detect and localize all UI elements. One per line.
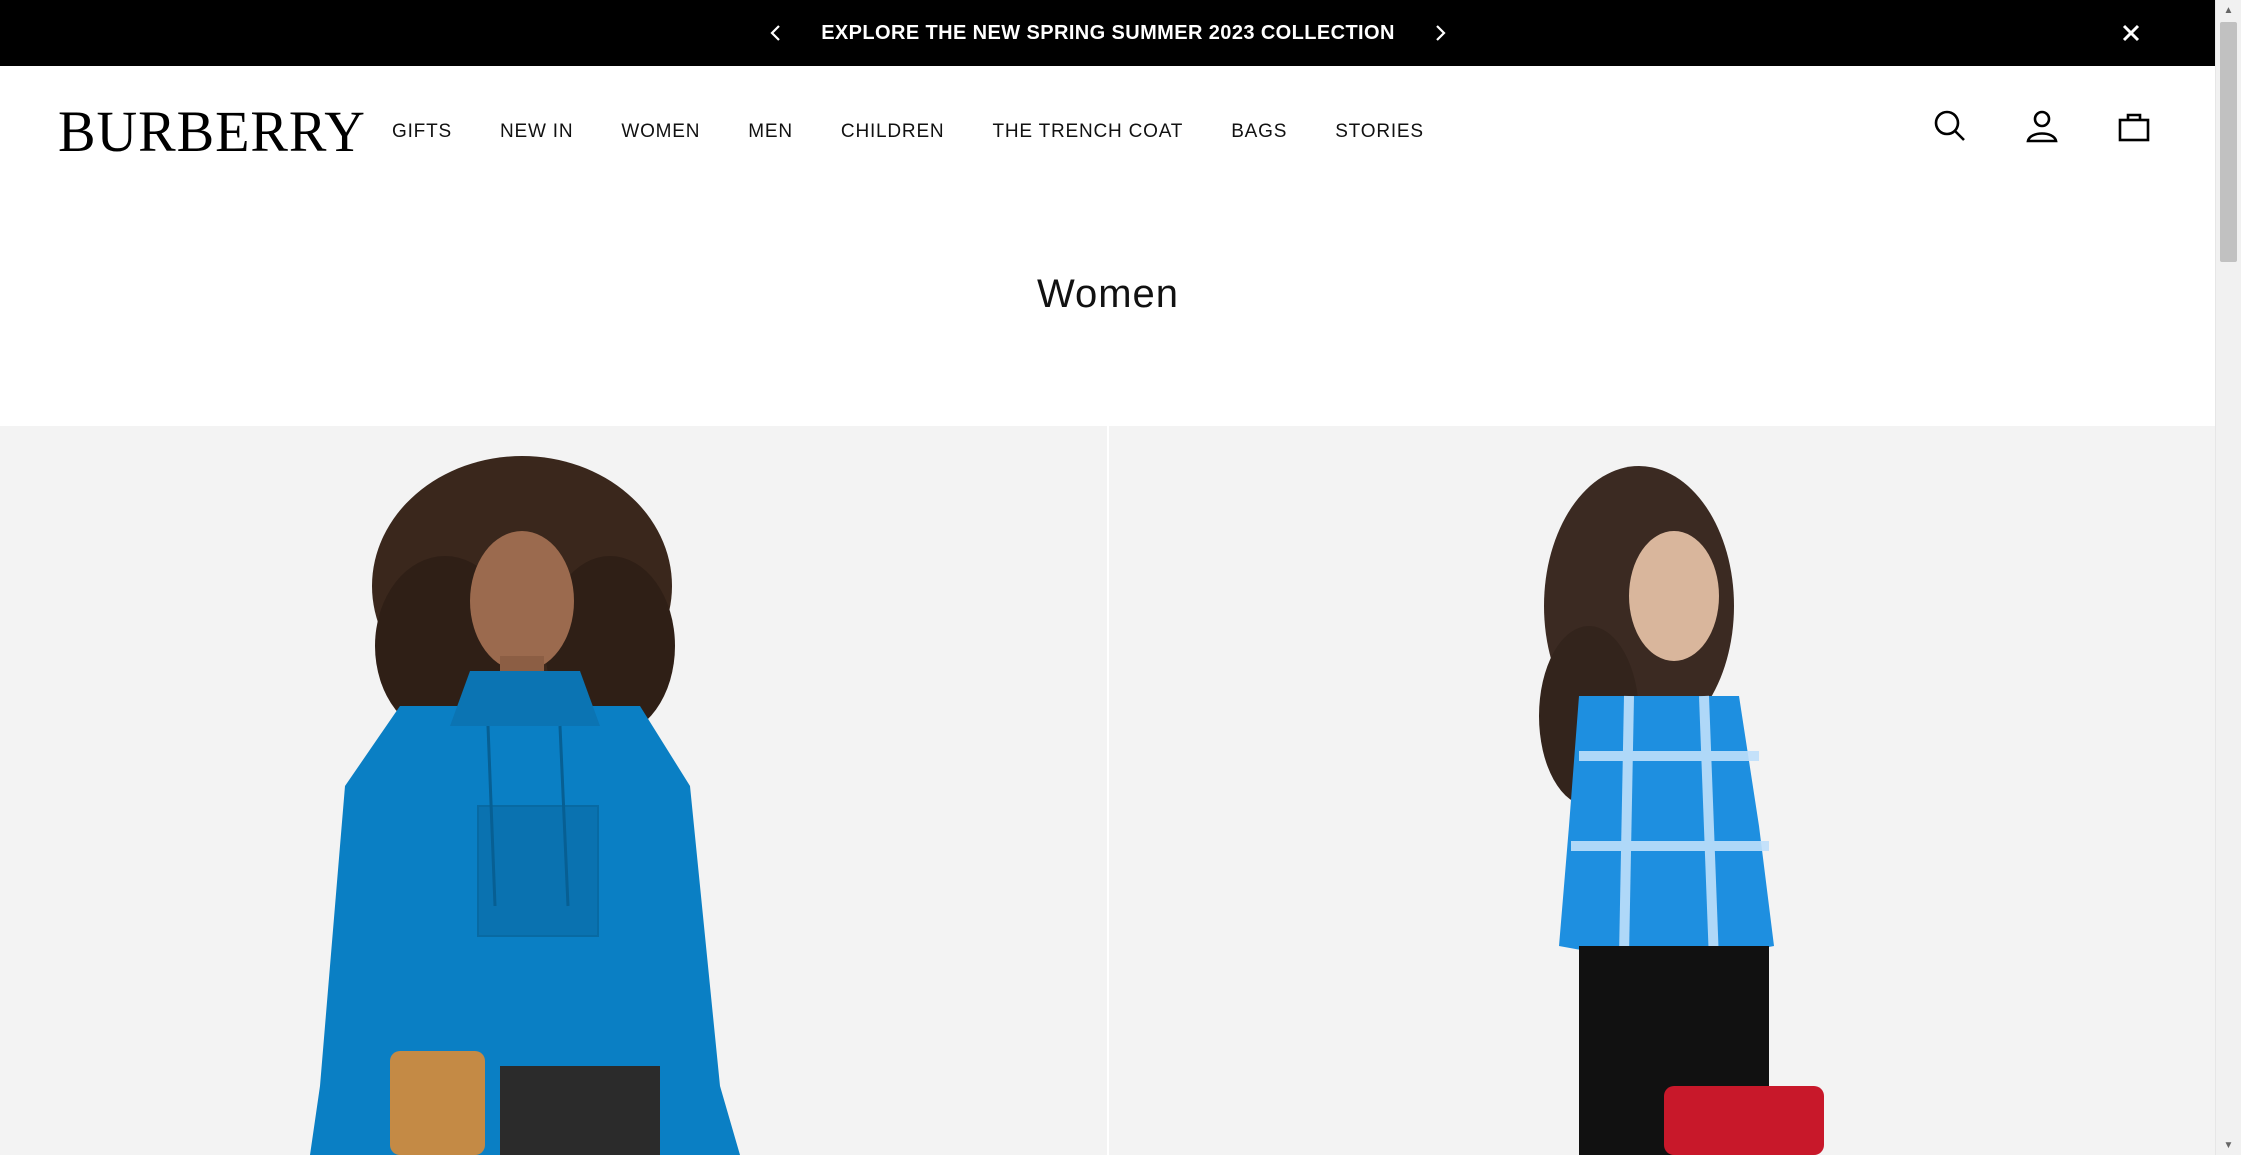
scroll-thumb[interactable] — [2220, 22, 2237, 262]
chevron-left-icon[interactable] — [761, 18, 791, 48]
nav-item-gifts[interactable]: GIFTS — [392, 121, 452, 143]
nav-item-bags[interactable]: BAGS — [1231, 121, 1287, 143]
scroll-down-icon[interactable]: ▼ — [2216, 1135, 2241, 1155]
search-icon[interactable] — [1932, 108, 1968, 144]
promo-bar: EXPLORE THE NEW SPRING SUMMER 2023 COLLE… — [0, 0, 2216, 66]
account-icon[interactable] — [2024, 108, 2060, 144]
nav-item-men[interactable]: MEN — [748, 121, 793, 143]
nav-item-children[interactable]: CHILDREN — [841, 121, 945, 143]
chevron-right-icon[interactable] — [1425, 18, 1455, 48]
page-title: Women — [1036, 272, 1180, 316]
header-actions — [1932, 108, 2152, 144]
scroll-up-icon[interactable]: ▲ — [2216, 0, 2241, 20]
page-scrollbar[interactable]: ▲ ▼ — [2215, 0, 2241, 1155]
promo-text[interactable]: EXPLORE THE NEW SPRING SUMMER 2023 COLLE… — [821, 22, 1395, 45]
close-icon[interactable] — [2116, 18, 2146, 48]
nav-item-women[interactable]: WOMEN — [621, 121, 700, 143]
brand-logo[interactable]: BURBERRY — [58, 102, 366, 162]
product-tile[interactable] — [1109, 426, 2216, 1155]
product-grid — [0, 426, 2216, 1155]
bag-icon[interactable] — [2116, 108, 2152, 144]
product-image — [1109, 426, 2216, 1155]
promo-carousel: EXPLORE THE NEW SPRING SUMMER 2023 COLLE… — [761, 18, 1455, 48]
nav-item-stories[interactable]: STORIES — [1335, 121, 1424, 143]
site-header: BURBERRY GIFTS NEW IN WOMEN MEN CHILDREN… — [0, 66, 2216, 198]
product-tile[interactable] — [0, 426, 1107, 1155]
nav-item-new-in[interactable]: NEW IN — [500, 121, 573, 143]
nav-item-trench-coat[interactable]: THE TRENCH COAT — [992, 121, 1183, 143]
product-image — [0, 426, 1107, 1155]
main-nav: GIFTS NEW IN WOMEN MEN CHILDREN THE TREN… — [392, 66, 1424, 198]
